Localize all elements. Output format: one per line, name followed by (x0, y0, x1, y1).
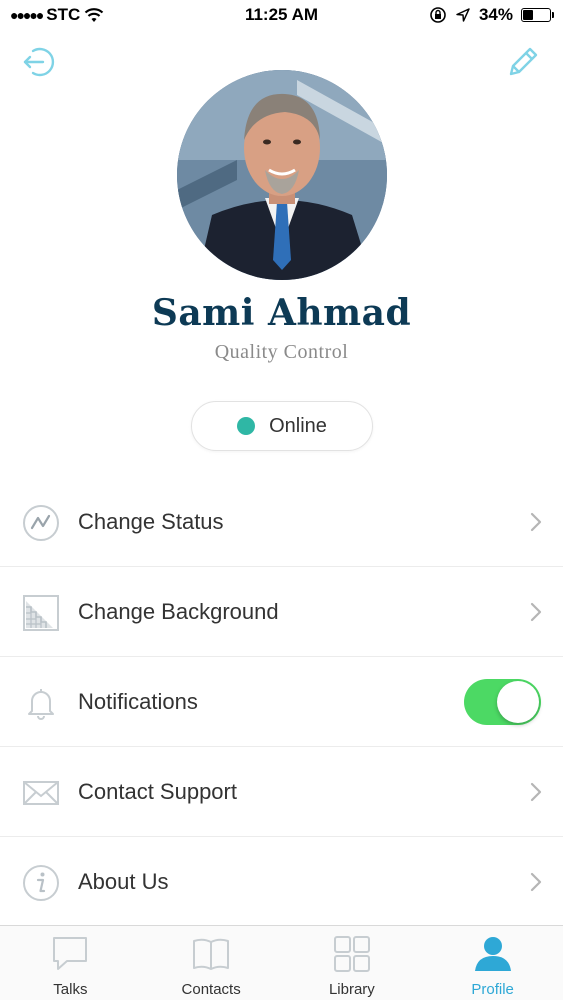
tab-label: Contacts (181, 981, 241, 998)
status-right: 34% (429, 5, 554, 25)
toggle-knob (497, 681, 539, 723)
status-label: Online (269, 414, 327, 437)
notifications-toggle[interactable] (464, 679, 541, 725)
profile-role: Quality Control (214, 341, 349, 363)
grid-icon (333, 936, 370, 972)
menu-item-label: Contact Support (78, 778, 237, 804)
bell-icon (28, 689, 54, 720)
settings-menu: Change Status Change Background Notifica… (0, 477, 563, 927)
tab-talks[interactable]: Talks (0, 926, 141, 1000)
avatar (177, 70, 387, 280)
profile-name: Sami Ahmad (151, 292, 412, 334)
battery-percent: 34% (478, 5, 513, 24)
status-pill[interactable]: Online (191, 401, 373, 451)
tab-label: Talks (53, 981, 88, 998)
background-icon (23, 595, 59, 631)
menu-item-label: Change Status (78, 508, 224, 534)
tab-label: Library (328, 981, 375, 998)
profile-screen: ●●●●● STC 11:25 AM 34% Sami Ahmad Qualit… (0, 0, 563, 1000)
book-icon (193, 938, 230, 970)
chevron-right-icon (530, 782, 542, 802)
menu-item-notifications: Notifications (0, 657, 563, 747)
battery-icon (521, 8, 554, 22)
chevron-right-icon (530, 512, 542, 532)
menu-item-label: Notifications (78, 688, 198, 714)
menu-item-contact-support[interactable]: Contact Support (0, 747, 563, 837)
person-icon (474, 937, 511, 971)
tab-bar: Talks Contacts Library Profile (0, 925, 563, 1000)
logout-icon[interactable] (20, 42, 60, 82)
status-icon (23, 505, 59, 541)
battery-fill (523, 10, 533, 20)
chevron-right-icon (530, 872, 542, 892)
info-icon (23, 865, 59, 901)
tab-label: Profile (471, 981, 514, 998)
profile-photo (177, 70, 387, 280)
menu-item-about-us[interactable]: About Us (0, 837, 563, 927)
tab-contacts[interactable]: Contacts (141, 926, 282, 1000)
tab-profile[interactable]: Profile (422, 926, 563, 1000)
envelope-icon (23, 781, 59, 805)
rotation-lock-icon (430, 7, 446, 23)
location-icon (456, 8, 470, 22)
menu-item-change-status[interactable]: Change Status (0, 477, 563, 567)
chat-bubble-icon (53, 937, 88, 970)
tab-library[interactable]: Library (282, 926, 423, 1000)
status-bar: ●●●●● STC 11:25 AM 34% (0, 0, 563, 32)
status-dot (237, 417, 256, 435)
menu-item-label: About Us (78, 869, 169, 894)
chevron-right-icon (530, 602, 542, 622)
menu-item-label: Change Background (78, 598, 279, 624)
menu-item-change-background[interactable]: Change Background (0, 567, 563, 657)
edit-icon[interactable] (503, 42, 543, 82)
